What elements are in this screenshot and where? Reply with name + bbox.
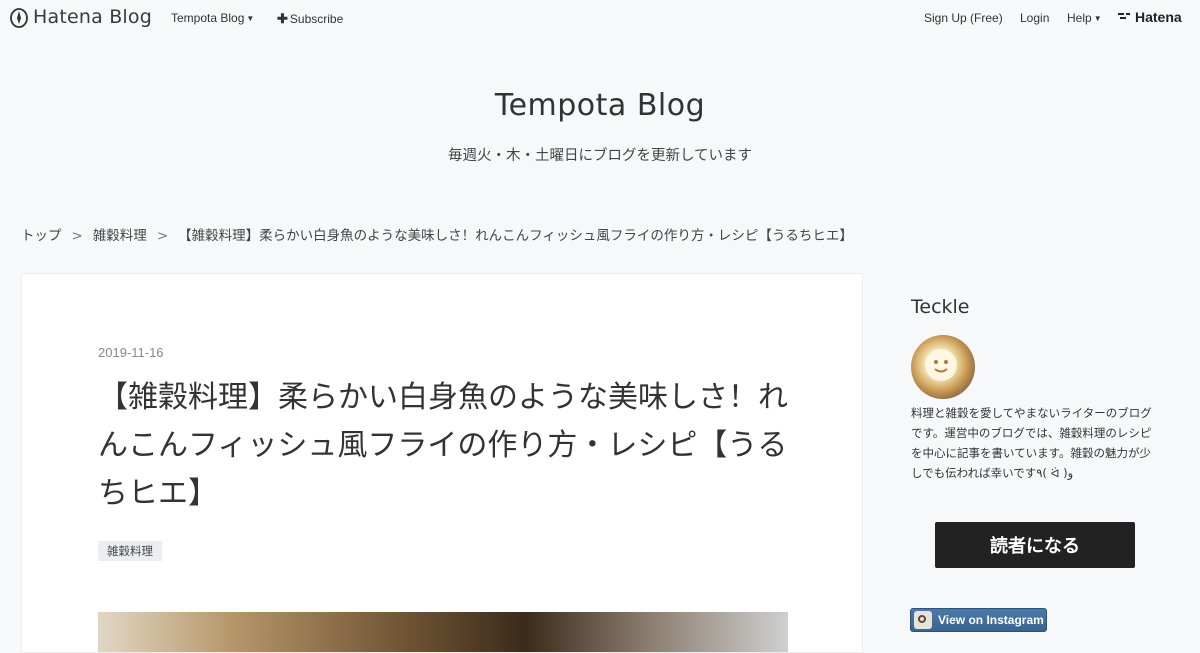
caret-down-icon: ▼: [246, 14, 255, 23]
article-card: 2019-11-16 【雑穀料理】柔らかい白身魚のような美味しさ！れんこんフィッ…: [21, 273, 863, 653]
login-link[interactable]: Login: [1020, 11, 1049, 25]
hatena-mark-icon: [1118, 13, 1130, 19]
category-tag[interactable]: 雑穀料理: [98, 541, 162, 561]
hatena-blog-logo[interactable]: Hatena Blog: [10, 6, 152, 28]
breadcrumb-separator: >: [156, 228, 169, 244]
blog-description: 毎週火・木・土曜日にブログを更新しています: [447, 148, 753, 164]
caret-down-icon: ▼: [1093, 14, 1102, 23]
sidebar: Teckle 料理と雑穀を愛してやまないライターのブログです。運営中のブログでは…: [893, 273, 1181, 653]
article-image: [98, 612, 788, 652]
blog-menu-label: Tempota Blog: [171, 11, 245, 25]
hatena-logo-text: Hatena: [1135, 9, 1182, 25]
signup-link[interactable]: Sign Up (Free): [924, 11, 1003, 25]
subscribe-label: Subscribe: [289, 12, 344, 26]
breadcrumb-top[interactable]: トップ: [21, 228, 62, 244]
plus-icon: ✚: [277, 11, 288, 26]
help-label: Help: [1067, 11, 1092, 25]
breadcrumb-category[interactable]: 雑穀料理: [93, 228, 147, 244]
global-header: Hatena Blog Tempota Blog ▼ ✚ Subscribe Sig…: [0, 0, 1200, 36]
avatar[interactable]: [911, 335, 975, 399]
blog-title[interactable]: Tempota Blog: [0, 88, 1200, 123]
instagram-button-label: View on Instagram: [938, 613, 1044, 627]
subscribe-button[interactable]: ✚ Subscribe: [277, 11, 343, 27]
instagram-button[interactable]: View on Instagram: [910, 608, 1047, 632]
follow-button[interactable]: 読者になる: [935, 522, 1135, 568]
entry-date[interactable]: 2019-11-16: [98, 345, 164, 360]
pen-icon: [10, 8, 28, 28]
breadcrumb-separator: >: [71, 228, 83, 244]
profile-description: 料理と雑穀を愛してやまないライターのブログです。運営中のブログでは、雑穀料理のレ…: [911, 406, 1152, 480]
logo-text: Hatena Blog: [33, 6, 152, 28]
avatar-image: [925, 349, 957, 381]
instagram-icon: [914, 611, 932, 629]
profile-name: Teckle: [911, 296, 970, 318]
help-dropdown[interactable]: Help ▼: [1067, 11, 1102, 25]
blog-menu-dropdown[interactable]: Tempota Blog ▼: [171, 11, 254, 25]
breadcrumb: トップ > 雑穀料理 > 【雑穀料理】柔らかい白身魚のような美味しさ！れんこんフィッシュ…: [21, 224, 853, 244]
hatena-logo[interactable]: Hatena: [1118, 9, 1182, 25]
entry-title[interactable]: 【雑穀料理】柔らかい白身魚のような美味しさ！れんこんフィッシュ風フライの作り方・…: [98, 374, 798, 518]
breadcrumb-current: 【雑穀料理】柔らかい白身魚のような美味しさ！れんこんフィッシュ風フライの作り方・…: [178, 228, 853, 244]
